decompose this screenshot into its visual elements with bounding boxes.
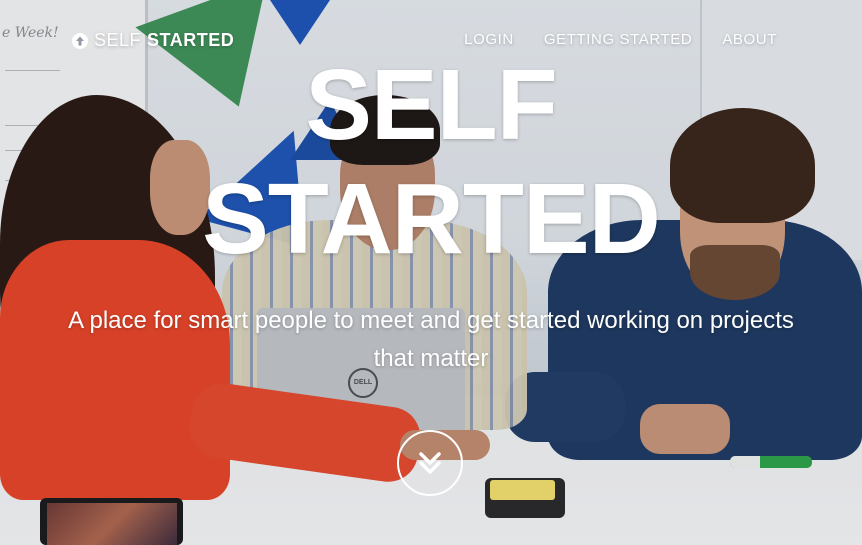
brand-logo-link[interactable]: SELF STARTED — [72, 30, 234, 51]
brand-word-self: SELF — [94, 30, 142, 50]
chevron-double-down-icon — [419, 452, 441, 474]
hero-title-line-1: SELF — [305, 49, 558, 161]
hero-title-line-2: STARTED — [202, 163, 661, 275]
nav-menu: LOGIN GETTING STARTED ABOUT — [464, 31, 777, 48]
brand-word-started: STARTED — [147, 30, 235, 50]
nav-link-about[interactable]: ABOUT — [722, 31, 777, 48]
nav-link-getting-started[interactable]: GETTING STARTED — [544, 31, 692, 48]
arrow-up-circle-icon — [72, 32, 88, 49]
nav-link-login[interactable]: LOGIN — [464, 31, 514, 48]
hero-tagline: A place for smart people to meet and get… — [68, 307, 794, 372]
scroll-down-button[interactable] — [397, 430, 463, 496]
